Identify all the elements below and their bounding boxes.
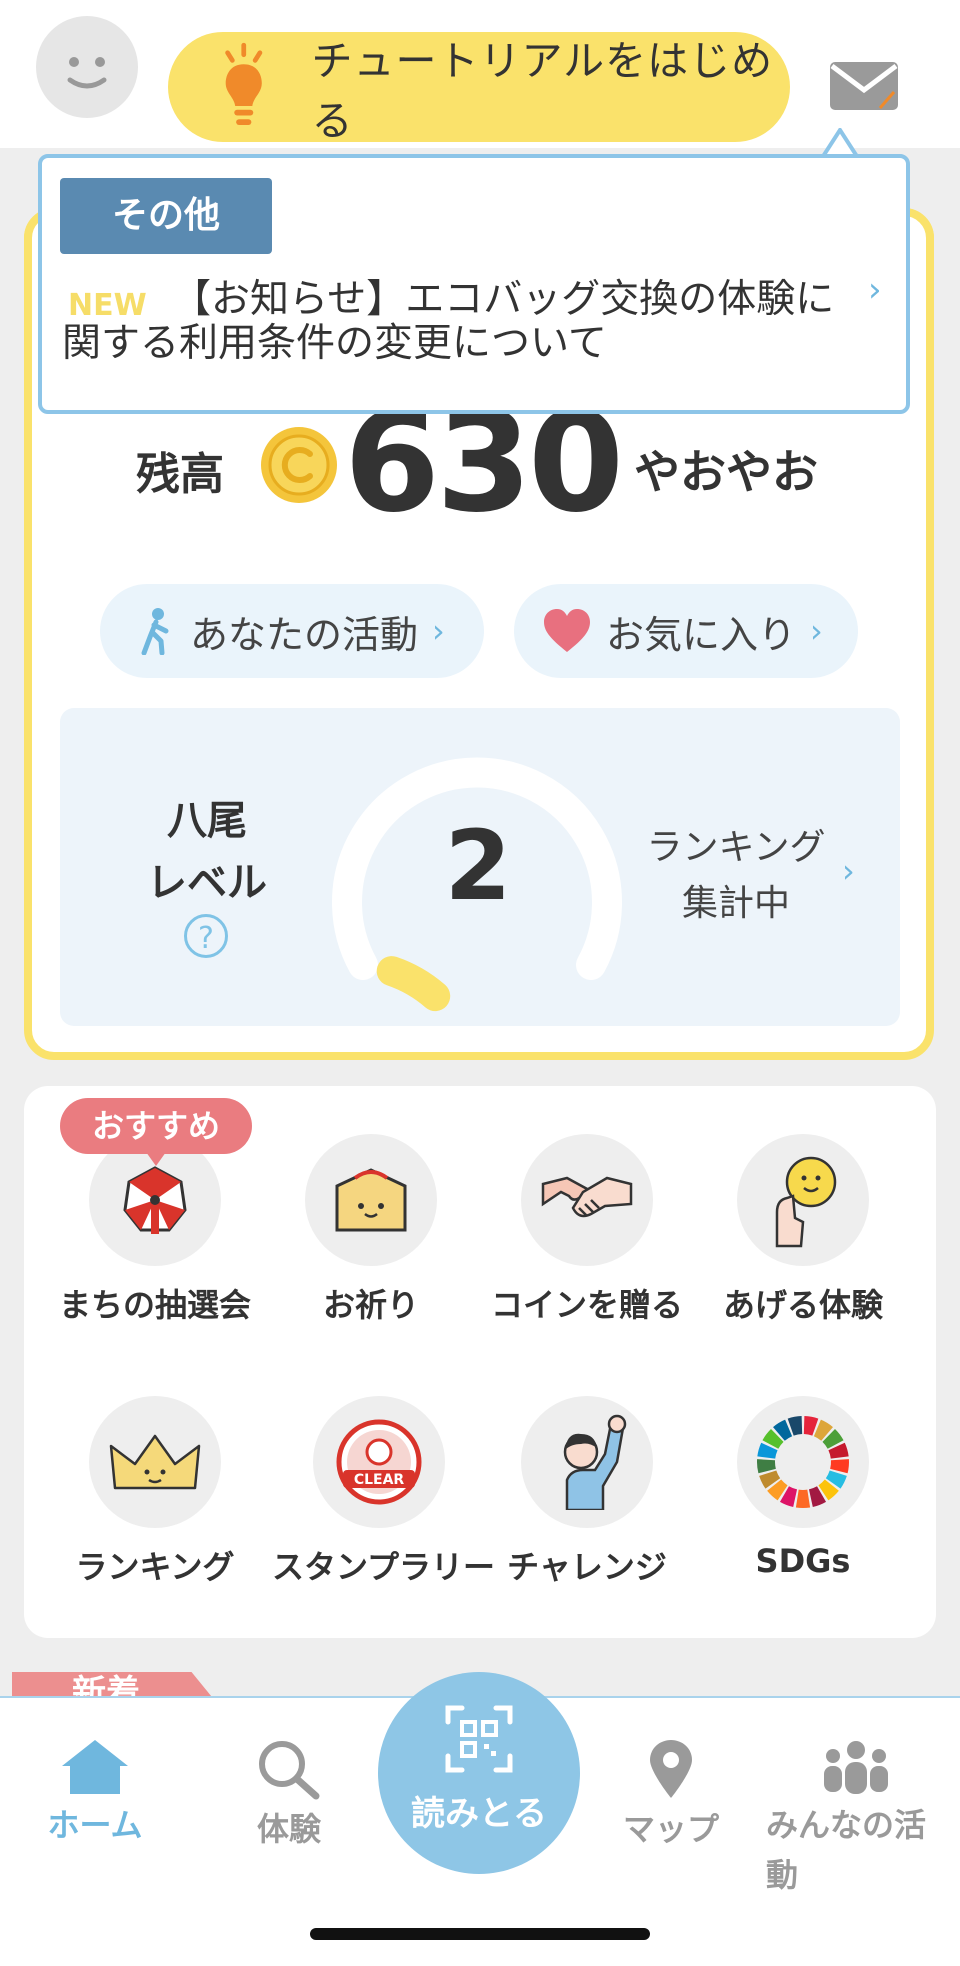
ranking-line1: ランキング <box>646 827 826 868</box>
tutorial-button[interactable]: チュートリアルをはじめる <box>168 32 790 145</box>
sdgs-segment <box>830 1459 849 1474</box>
nav-map-label: マップ <box>622 1810 719 1848</box>
search-icon <box>259 1741 320 1800</box>
ranking-status[interactable]: ランキング 集計中 <box>636 820 836 932</box>
service-label: まちの抽選会 <box>58 1286 251 1324</box>
nav-home-label: ホーム <box>47 1806 143 1844</box>
service-prayer[interactable]: お祈り <box>264 1134 478 1326</box>
nav-home[interactable]: ホーム <box>10 1738 180 1846</box>
coin-icon <box>261 427 337 503</box>
recommend-badge: おすすめ <box>60 1098 252 1154</box>
balance-label: 残高 <box>136 449 224 500</box>
activity-label: あなたの活動 <box>190 612 419 657</box>
sdgs-segment <box>795 1489 811 1508</box>
service-stamp-rally[interactable]: CLEAR スタンプラリー <box>272 1396 496 1588</box>
smiley-avatar-icon <box>67 57 107 89</box>
clear-stamp-icon: CLEAR <box>313 1396 445 1528</box>
service-label: コインを贈る <box>490 1286 683 1324</box>
sdgs-wheel-icon <box>737 1396 869 1528</box>
level-title-line2: レベル <box>147 860 267 906</box>
chevron-right-icon[interactable]: › <box>842 852 855 890</box>
service-label: あげる体験 <box>722 1286 883 1324</box>
notice-category-tag: その他 <box>60 178 272 254</box>
nav-community-label: みんなの活動 <box>766 1806 927 1894</box>
scan-label: 読みとる <box>411 1794 547 1834</box>
nav-community[interactable]: みんなの活動 <box>766 1738 946 1900</box>
user-name: やおやお <box>634 445 818 499</box>
service-label: スタンプラリー <box>272 1548 496 1586</box>
service-label: SDGs <box>755 1542 851 1580</box>
level-title: 八尾 レベル <box>132 790 282 914</box>
home-icon <box>62 1740 128 1794</box>
ranking-line2: 集計中 <box>681 883 790 924</box>
raised-fist-person-icon <box>521 1396 653 1528</box>
nav-search-label: 体験 <box>256 1810 321 1848</box>
handshake-icon <box>521 1134 653 1266</box>
badge-pointer <box>146 1152 166 1166</box>
balance-value: 630 <box>344 382 624 543</box>
activity-button[interactable]: あなたの活動 › <box>100 584 484 678</box>
tutorial-label: チュートリアルをはじめる <box>311 37 774 145</box>
service-sdgs[interactable]: SDGs <box>696 1396 910 1580</box>
service-give-experience[interactable]: あげる体験 <box>696 1134 910 1326</box>
group-people-icon <box>824 1741 888 1794</box>
mail-icon <box>830 62 898 110</box>
heart-icon <box>544 609 590 652</box>
chevron-right-icon: › <box>810 612 823 650</box>
level-gauge-fill <box>376 956 451 1012</box>
notice-text[interactable]: 【お知らせ】エコバッグ交換の体験に関する利用条件の変更について <box>62 278 852 366</box>
level-value: 2 <box>444 810 512 922</box>
ema-plaque-icon <box>305 1134 437 1266</box>
favorites-label: お気に入り <box>606 612 797 657</box>
favorites-button[interactable]: お気に入り › <box>514 584 858 678</box>
chevron-right-icon[interactable]: › <box>868 270 882 310</box>
level-title-line1: 八尾 <box>167 798 247 844</box>
sdgs-segment <box>757 1459 776 1474</box>
hand-holding-coin-icon <box>737 1134 869 1266</box>
service-challenge[interactable]: チャレンジ <box>480 1396 694 1588</box>
service-ranking[interactable]: ランキング <box>48 1396 262 1588</box>
new-badge: NEW <box>68 288 147 323</box>
service-label: チャレンジ <box>507 1548 667 1586</box>
clear-stamp-text: CLEAR <box>354 1472 405 1488</box>
nav-map[interactable]: マップ <box>586 1738 756 1850</box>
lightbulb-icon <box>225 42 263 125</box>
mail-button[interactable] <box>828 58 900 112</box>
nav-search[interactable]: 体験 <box>204 1738 374 1850</box>
map-pin-icon <box>650 1740 692 1798</box>
crown-icon <box>89 1396 221 1528</box>
scan-button[interactable]: 読みとる <box>378 1672 580 1874</box>
home-indicator <box>310 1928 650 1940</box>
avatar[interactable] <box>36 16 138 118</box>
qr-scan-icon <box>445 1705 513 1773</box>
chevron-right-icon: › <box>432 612 445 650</box>
help-icon[interactable]: ? <box>184 914 228 958</box>
walking-person-icon <box>141 608 169 655</box>
service-label: お祈り <box>322 1286 419 1324</box>
service-gift-coin[interactable]: コインを贈る <box>480 1134 694 1326</box>
service-label: ランキング <box>75 1548 235 1586</box>
